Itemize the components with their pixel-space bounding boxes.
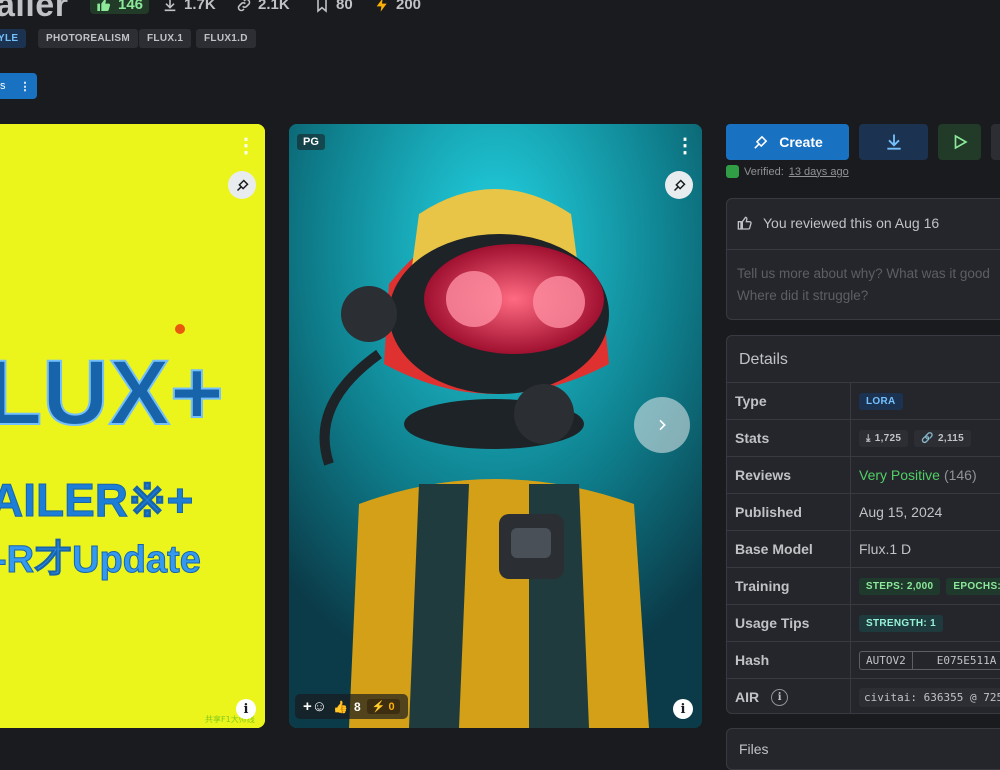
remix-brush-icon[interactable] bbox=[228, 171, 256, 199]
detail-row-training: Training STEPS: 2,000 EPOCHS: 2 bbox=[727, 567, 1000, 604]
details-title: Details bbox=[739, 351, 788, 368]
reaction-bar: +☺ 👍 8 ⚡ 0 bbox=[295, 694, 408, 719]
artwork-line-2: AILER※+ bbox=[0, 474, 193, 526]
more-options-button[interactable] bbox=[991, 124, 1000, 160]
detail-row-base-model: Base Model Flux.1 D bbox=[727, 530, 1000, 567]
verified-status: Verified: 13 days ago bbox=[726, 165, 849, 178]
lightning-icon bbox=[376, 0, 387, 12]
thumb-up-icon bbox=[737, 216, 752, 230]
tag-photorealism[interactable]: PHOTOREALISM bbox=[38, 29, 138, 48]
next-image-button[interactable] bbox=[634, 397, 690, 453]
type-badge[interactable]: LORA bbox=[859, 392, 903, 410]
hash-type-select[interactable]: AUTOV2 bbox=[860, 651, 913, 669]
verified-date-link[interactable]: 13 days ago bbox=[789, 166, 849, 178]
tag-style[interactable]: YLE bbox=[0, 29, 27, 48]
like-count[interactable]: 146 bbox=[90, 0, 150, 14]
link-icon bbox=[237, 0, 251, 11]
link-count: 2.1K bbox=[236, 0, 290, 13]
thumb-up-icon bbox=[97, 0, 111, 11]
training-epochs-badge: EPOCHS: 2 bbox=[946, 577, 1000, 595]
files-title: Files bbox=[739, 741, 769, 757]
air-copy-field[interactable]: civitai: 636355 @ 725 bbox=[859, 687, 1000, 707]
bookmark-count[interactable]: 80 bbox=[314, 0, 353, 13]
artwork-line-3: -R才Update bbox=[0, 539, 201, 581]
bookmark-icon bbox=[317, 0, 327, 13]
review-textarea[interactable]: Tell us more about why? What was it good… bbox=[737, 263, 990, 307]
link-icon: 🔗 bbox=[921, 432, 935, 444]
detail-row-type: Type LORA bbox=[727, 382, 1000, 419]
info-icon[interactable]: i bbox=[673, 699, 693, 719]
shield-check-icon bbox=[726, 165, 739, 178]
run-button[interactable] bbox=[938, 124, 981, 160]
info-icon[interactable]: i bbox=[236, 699, 256, 719]
detail-row-usage-tips: Usage Tips STRENGTH: 1 bbox=[727, 604, 1000, 641]
download-icon bbox=[886, 134, 901, 150]
gallery-image-1[interactable]: LUX+ AILER※+ -R才Update 共享F1大师线 ⋮ i bbox=[0, 124, 265, 728]
training-steps-badge: STEPS: 2,000 bbox=[858, 577, 941, 595]
download-count: 1.7K bbox=[162, 0, 216, 13]
buzz-tip-button[interactable]: ⚡ 0 bbox=[366, 699, 400, 714]
detail-row-air: AIR i civitai: 636355 @ 725 bbox=[727, 678, 1000, 713]
tag-flux1[interactable]: FLUX.1 bbox=[139, 29, 192, 48]
reviews-sentiment-link[interactable]: Very Positive bbox=[859, 467, 940, 483]
buzz-count[interactable]: 200 bbox=[374, 0, 421, 13]
download-icon: ⤓ bbox=[866, 432, 871, 444]
play-icon bbox=[954, 134, 968, 150]
review-status: You reviewed this on Aug 16 bbox=[737, 215, 939, 231]
details-panel: Details Type LORA Stats ⤓ 1,725 🔗 2,115 Re… bbox=[726, 335, 1000, 714]
download-icon bbox=[164, 0, 176, 11]
thumbs-up-icon[interactable]: 👍 bbox=[333, 700, 348, 714]
tag-flux1d[interactable]: FLUX1.D bbox=[196, 29, 256, 48]
detail-row-hash: Hash AUTOV2 E075E511A bbox=[727, 641, 1000, 678]
detail-row-published: Published Aug 15, 2024 bbox=[727, 493, 1000, 530]
artwork-line-1: LUX+ bbox=[0, 342, 224, 444]
rating-badge: PG bbox=[297, 134, 325, 150]
model-title: ailer bbox=[0, 0, 69, 24]
info-icon[interactable]: i bbox=[771, 688, 789, 706]
add-reaction-icon[interactable]: +☺ bbox=[303, 698, 327, 715]
remix-brush-icon[interactable] bbox=[665, 171, 693, 199]
more-dots-icon[interactable]: ⋮ bbox=[236, 136, 256, 156]
more-dots-icon[interactable]: ⋮ bbox=[20, 80, 31, 93]
detail-row-reviews: Reviews Very Positive (146) bbox=[727, 456, 1000, 493]
chevron-right-icon bbox=[659, 419, 666, 431]
stat-links: 🔗 2,115 bbox=[914, 429, 972, 447]
create-button[interactable]: Create bbox=[726, 124, 849, 160]
flux-trailer-artwork: LUX+ AILER※+ -R才Update 共享F1大师线 bbox=[0, 124, 265, 728]
brush-icon bbox=[754, 135, 768, 149]
download-button[interactable] bbox=[859, 124, 928, 160]
detail-row-stats: Stats ⤓ 1,725 🔗 2,115 bbox=[727, 419, 1000, 456]
gallery-image-2[interactable]: PG ⋮ +☺ 👍 8 ⚡ 0 i bbox=[289, 124, 702, 728]
more-dots-icon[interactable]: ⋮ bbox=[675, 136, 695, 156]
strength-badge: STRENGTH: 1 bbox=[859, 614, 943, 632]
stat-downloads: ⤓ 1,725 bbox=[859, 429, 909, 447]
model-action-button[interactable]: s ⋮ bbox=[0, 73, 37, 99]
hash-copy-field[interactable]: AUTOV2 E075E511A bbox=[859, 650, 1000, 670]
review-panel: You reviewed this on Aug 16 Tell us more… bbox=[726, 198, 1000, 320]
files-panel[interactable]: Files bbox=[726, 728, 1000, 770]
